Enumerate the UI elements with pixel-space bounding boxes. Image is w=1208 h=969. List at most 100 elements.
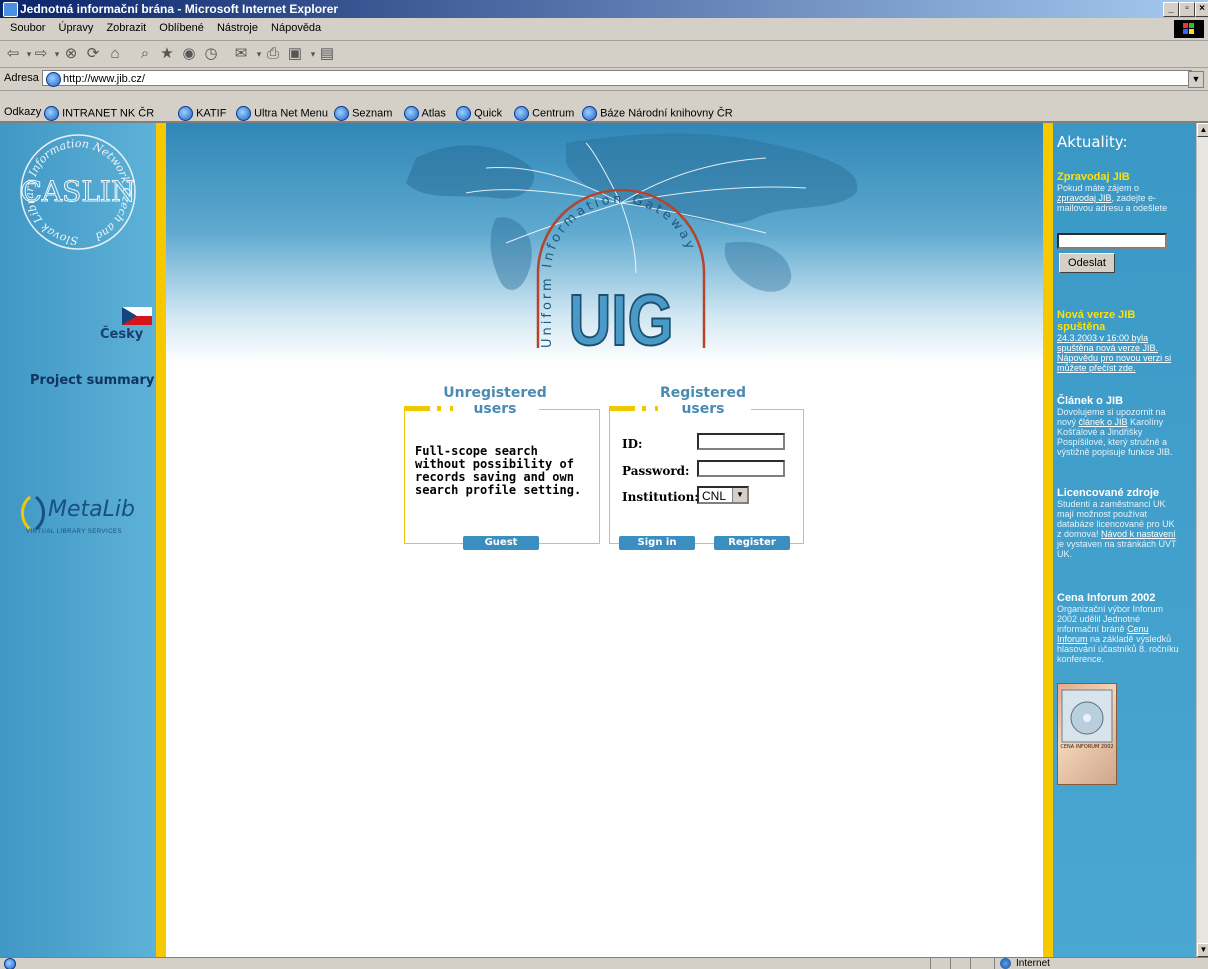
status-bar: Internet	[0, 957, 1208, 969]
close-button[interactable]: ×	[1195, 2, 1208, 17]
print-icon[interactable]: ⎙	[264, 45, 282, 63]
news-zpravodaj-link[interactable]: zpravodaj JIB	[1057, 193, 1112, 203]
sign-in-button[interactable]: Sign in	[619, 536, 695, 550]
edit-icon[interactable]: ▣	[286, 45, 304, 63]
guest-button[interactable]: Guest	[463, 536, 539, 550]
menu-zobrazit[interactable]: Zobrazit	[106, 22, 146, 34]
stop-icon[interactable]: ⊗	[62, 45, 80, 63]
status-page-icon	[4, 958, 16, 969]
home-icon[interactable]: ⌂	[106, 45, 124, 63]
address-label: Adresa	[4, 72, 39, 84]
vertical-scrollbar[interactable]: ▲ ▼	[1196, 123, 1208, 957]
newsletter-email-input[interactable]	[1057, 233, 1167, 249]
news-item-zdroje: Licencované zdroje Studenti a zaměstnanc…	[1057, 487, 1181, 559]
right-yellow-stripe	[1043, 123, 1053, 957]
maximize-button[interactable]: ▫	[1179, 2, 1195, 17]
news-item-cena: Cena Inforum 2002 Organizační výbor Info…	[1057, 592, 1181, 664]
left-sidebar: Slovak Library Information Network Czech…	[0, 123, 156, 957]
inforum-award-image[interactable]: CENA INFORUM 2002	[1057, 683, 1117, 785]
menu-soubor[interactable]: Soubor	[10, 22, 45, 34]
news-text: Pokud máte zájem o	[1057, 183, 1140, 193]
news-verze-title: Nová verze JIB spuštěna	[1057, 309, 1136, 333]
history-icon[interactable]: ◷	[202, 45, 220, 63]
status-divider	[930, 958, 931, 969]
news-item-clanek: Článek o JIB Dovolujeme si upozornit na …	[1057, 395, 1181, 457]
news-zdroje-link[interactable]: Návod k nastavení	[1101, 529, 1176, 539]
link-label: Ultra Net Menu	[254, 107, 329, 120]
uig-banner: Uniform Information Gateway UIG	[166, 123, 1043, 363]
registered-title-line1: Registered	[659, 385, 747, 401]
link-quick[interactable]: Quick	[456, 106, 502, 121]
link-seznam[interactable]: Seznam	[334, 106, 392, 121]
panel-bar-decor	[404, 406, 430, 411]
caslin-seal-logo: Slovak Library Information Network Czech…	[20, 134, 136, 250]
id-input[interactable]	[697, 433, 785, 450]
window-title-bar: Jednotná informační brána - Microsoft In…	[0, 0, 1208, 18]
link-baze-nk[interactable]: Báze Národní knihovny ČR	[582, 106, 733, 121]
link-ultranet[interactable]: Ultra Net Menu	[236, 106, 328, 121]
internet-zone-icon	[1000, 958, 1011, 969]
metalib-logo-text: MetaLib	[48, 497, 135, 522]
address-dropdown-icon[interactable]: ▼	[1188, 71, 1204, 88]
institution-select[interactable]: CNL ▼	[697, 486, 749, 504]
news-verze-link[interactable]: 24.3.2003 v 16:00 byla spuštěna nová ver…	[1057, 333, 1181, 373]
panel-bar-decor	[609, 406, 635, 411]
ie-link-icon	[334, 106, 349, 121]
institution-value: CNL	[702, 489, 727, 503]
registered-panel: ID: Password: Institution: CNL ▼	[609, 409, 804, 544]
left-yellow-stripe	[156, 123, 166, 957]
address-input[interactable]: http://www.jib.cz/	[42, 70, 1192, 87]
favorites-icon[interactable]: ★	[158, 45, 176, 63]
link-atlas[interactable]: Atlas	[404, 106, 446, 121]
news-clanek-title: Článek o JIB	[1057, 395, 1124, 407]
page-content: Slovak Library Information Network Czech…	[0, 123, 1196, 957]
metalib-logo[interactable]: MetaLib VIRTUAL LIBRARY SERVICES	[14, 495, 154, 543]
discuss-icon[interactable]: ▤	[318, 45, 336, 63]
minimize-button[interactable]: _	[1163, 2, 1179, 17]
windows-logo-icon	[1174, 20, 1204, 38]
ie-app-icon	[3, 2, 18, 17]
link-label: KATIF	[196, 107, 227, 120]
links-label: Odkazy	[4, 106, 42, 118]
ie-link-icon	[178, 106, 193, 121]
media-icon[interactable]: ◉	[180, 45, 198, 63]
menu-nastroje[interactable]: Nástroje	[217, 22, 258, 34]
chevron-down-icon[interactable]: ▼	[732, 488, 747, 502]
zone-label: Internet	[1016, 958, 1050, 969]
register-button[interactable]: Register	[714, 536, 790, 550]
send-button[interactable]: Odeslat	[1059, 253, 1115, 273]
menu-upravy[interactable]: Úpravy	[59, 22, 94, 34]
link-intranet[interactable]: INTRANET NK ČR	[44, 106, 154, 121]
unregistered-description: Full-scope search without possibility of…	[415, 444, 582, 497]
refresh-icon[interactable]: ⟳	[84, 45, 102, 63]
scroll-down-icon[interactable]: ▼	[1197, 943, 1208, 957]
ie-link-icon	[404, 106, 419, 121]
link-label: Atlas	[421, 107, 446, 120]
czech-flag-icon[interactable]	[122, 307, 152, 325]
password-input[interactable]	[697, 460, 785, 477]
link-katif[interactable]: KATIF	[178, 106, 226, 121]
ie-link-icon	[456, 106, 471, 121]
page-icon	[46, 72, 61, 87]
cd-award-icon: CENA INFORUM 2002	[1060, 689, 1114, 750]
news-sidebar: Aktuality: Zpravodaj JIB Pokud máte záje…	[1053, 123, 1196, 957]
mail-icon[interactable]: ✉	[232, 45, 250, 63]
menu-oblibene[interactable]: Oblíbené	[159, 22, 204, 34]
window-title: Jednotná informační brána - Microsoft In…	[20, 2, 339, 16]
news-clanek-link[interactable]: článek o JIB	[1079, 417, 1128, 427]
link-centrum[interactable]: Centrum	[514, 106, 574, 121]
status-divider	[994, 958, 995, 969]
project-summary-link[interactable]: Project summary	[30, 373, 154, 388]
menu-napoveda[interactable]: Nápověda	[271, 22, 321, 34]
panel-bar-decor	[450, 406, 453, 411]
toolbar: ⇦ ▾ ⇨ ▾ ⊗ ⟳ ⌂ ⌕ ★ ◉ ◷ ✉ ▾ ⎙ ▣ ▾ ▤	[0, 41, 1208, 68]
link-label: Centrum	[532, 107, 575, 120]
news-item-zpravodaj: Zpravodaj JIB Pokud máte zájem o zpravod…	[1057, 171, 1179, 213]
scroll-up-icon[interactable]: ▲	[1197, 123, 1208, 137]
panel-bar-decor	[437, 406, 441, 411]
news-zpravodaj-text: Pokud máte zájem o zpravodaj JIB, zadejt…	[1057, 183, 1179, 213]
search-icon[interactable]: ⌕	[136, 45, 154, 63]
menu-bar: Soubor Úpravy Zobrazit Oblíbené Nástroje…	[0, 18, 1208, 41]
id-label: ID:	[622, 437, 643, 451]
lang-czech-link[interactable]: Česky	[100, 327, 143, 342]
